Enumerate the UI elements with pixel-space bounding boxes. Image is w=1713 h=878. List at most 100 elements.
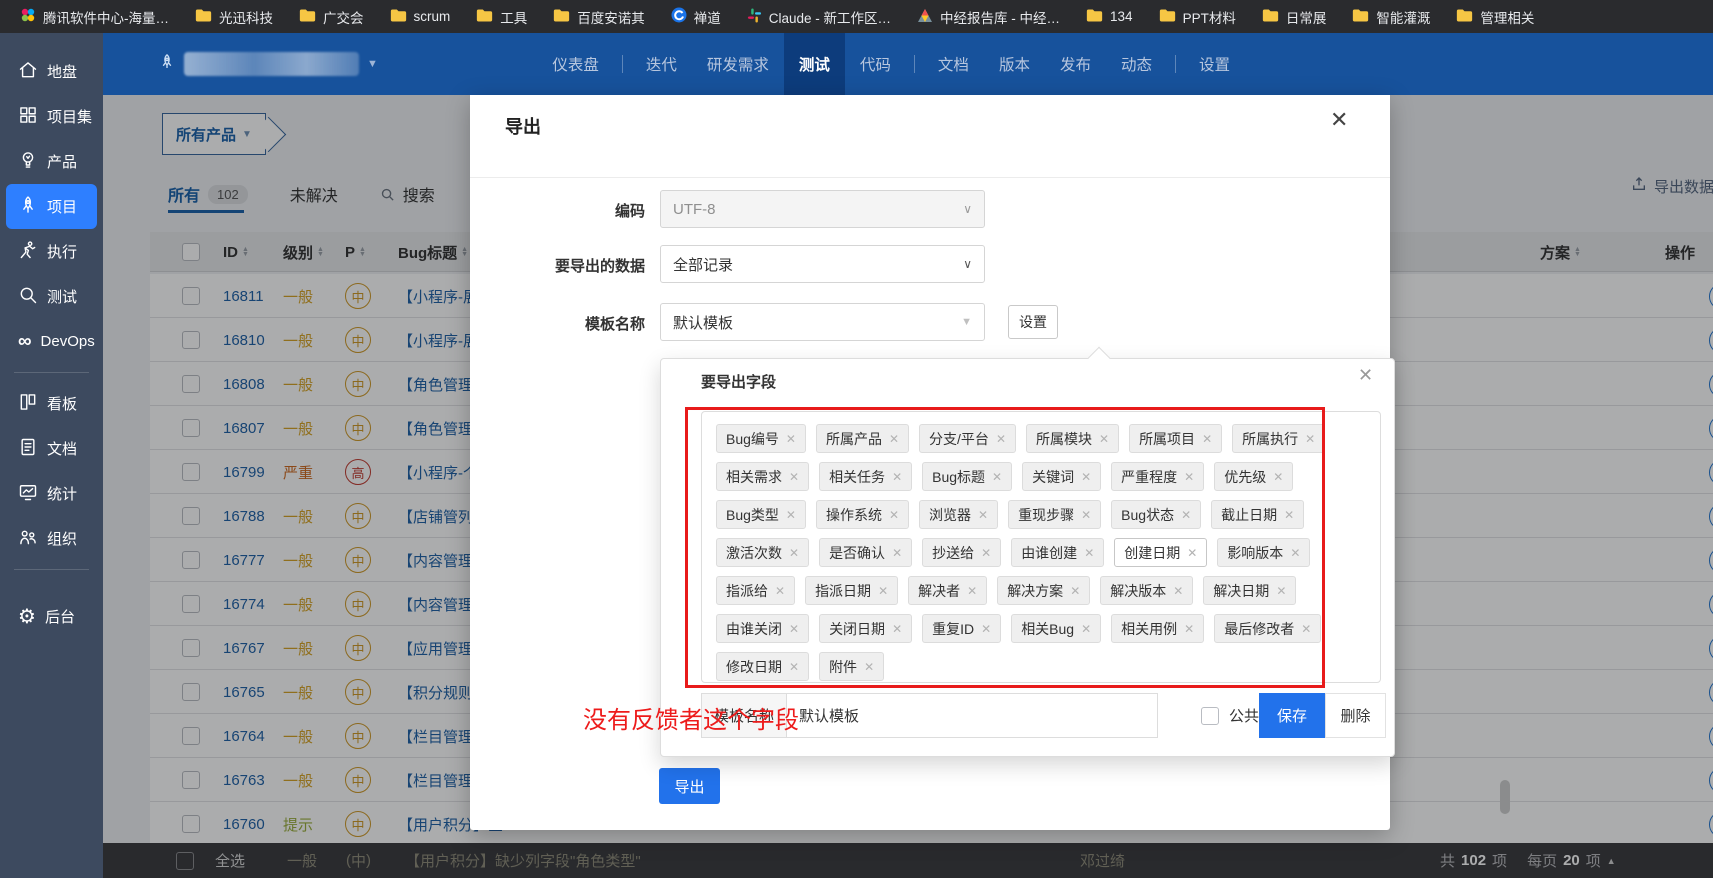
remove-tag-icon[interactable]: ✕ xyxy=(1305,432,1315,446)
export-field-tag[interactable]: 重现步骤✕ xyxy=(1008,500,1101,529)
nav-item[interactable]: 测试 xyxy=(784,33,845,95)
remove-tag-icon[interactable]: ✕ xyxy=(1099,432,1109,446)
export-field-tag[interactable]: Bug编号✕ xyxy=(716,424,806,453)
remove-tag-icon[interactable]: ✕ xyxy=(978,508,988,522)
close-icon[interactable]: ✕ xyxy=(1358,365,1373,386)
project-switcher[interactable]: ▼ xyxy=(158,52,378,76)
export-field-tag[interactable]: 相关Bug✕ xyxy=(1011,614,1101,643)
export-field-tag[interactable]: 操作系统✕ xyxy=(816,500,909,529)
remove-tag-icon[interactable]: ✕ xyxy=(981,546,991,560)
remove-tag-icon[interactable]: ✕ xyxy=(1081,508,1091,522)
bookmark-item[interactable]: 禅道 xyxy=(661,4,731,30)
export-field-tag[interactable]: 由谁关闭✕ xyxy=(716,614,809,643)
nav-item[interactable]: 迭代 xyxy=(631,33,692,95)
export-field-tag[interactable]: Bug状态✕ xyxy=(1111,500,1201,529)
nav-item[interactable]: 仪表盘 xyxy=(537,33,614,95)
bookmark-item[interactable]: 工具 xyxy=(466,4,537,30)
remove-tag-icon[interactable]: ✕ xyxy=(1173,584,1183,598)
bookmark-item[interactable]: 中经报告库 - 中经… xyxy=(907,4,1070,30)
bookmark-item[interactable]: 腾讯软件中心-海量… xyxy=(10,4,179,30)
export-field-tag[interactable]: 浏览器✕ xyxy=(919,500,998,529)
sidebar-item-doc[interactable]: 文档 xyxy=(6,426,97,471)
export-field-tag[interactable]: 相关用例✕ xyxy=(1111,614,1204,643)
template-name-input[interactable]: 默认模板 xyxy=(786,693,1158,738)
encoding-select[interactable]: UTF-8∨ xyxy=(660,190,985,228)
remove-tag-icon[interactable]: ✕ xyxy=(1284,508,1294,522)
export-field-tag[interactable]: 创建日期✕ xyxy=(1114,538,1207,567)
remove-tag-icon[interactable]: ✕ xyxy=(1081,622,1091,636)
export-field-tag[interactable]: 所属产品✕ xyxy=(816,424,909,453)
delete-button[interactable]: 删除 xyxy=(1325,693,1386,738)
remove-tag-icon[interactable]: ✕ xyxy=(1070,584,1080,598)
remove-tag-icon[interactable]: ✕ xyxy=(1301,622,1311,636)
remove-tag-icon[interactable]: ✕ xyxy=(892,470,902,484)
remove-tag-icon[interactable]: ✕ xyxy=(786,432,796,446)
save-button[interactable]: 保存 xyxy=(1259,693,1325,738)
sidebar-item-stats[interactable]: 统计 xyxy=(6,471,97,516)
nav-item[interactable]: 发布 xyxy=(1045,33,1106,95)
bookmark-item[interactable]: PPT材料 xyxy=(1149,4,1246,30)
export-field-tag[interactable]: 关闭日期✕ xyxy=(819,614,912,643)
sidebar-item-home[interactable]: 地盘 xyxy=(6,49,97,94)
export-field-tag[interactable]: 解决者✕ xyxy=(908,576,987,605)
export-field-tag[interactable]: 所属模块✕ xyxy=(1026,424,1119,453)
remove-tag-icon[interactable]: ✕ xyxy=(1184,622,1194,636)
remove-tag-icon[interactable]: ✕ xyxy=(786,508,796,522)
nav-item[interactable]: 版本 xyxy=(984,33,1045,95)
export-field-tag[interactable]: 相关需求✕ xyxy=(716,462,809,491)
remove-tag-icon[interactable]: ✕ xyxy=(1081,470,1091,484)
sidebar-item-infinity[interactable]: ∞DevOps xyxy=(6,319,97,364)
export-field-tag[interactable]: 相关任务✕ xyxy=(819,462,912,491)
export-field-tag[interactable]: 所属执行✕ xyxy=(1232,424,1325,453)
export-field-tag[interactable]: 所属项目✕ xyxy=(1129,424,1222,453)
export-field-tag[interactable]: 截止日期✕ xyxy=(1211,500,1304,529)
export-field-tag[interactable]: 指派给✕ xyxy=(716,576,795,605)
export-field-tag[interactable]: 优先级✕ xyxy=(1214,462,1293,491)
public-checkbox[interactable] xyxy=(1201,707,1219,725)
export-field-tag[interactable]: 严重程度✕ xyxy=(1111,462,1204,491)
sidebar-item-rocket[interactable]: 项目 xyxy=(6,184,97,229)
template-name-combobox[interactable]: 默认模板▼ xyxy=(660,303,985,341)
export-field-tag[interactable]: 解决版本✕ xyxy=(1100,576,1193,605)
remove-tag-icon[interactable]: ✕ xyxy=(892,546,902,560)
export-field-tag[interactable]: 抄送给✕ xyxy=(922,538,1001,567)
bookmark-item[interactable]: 日常展 xyxy=(1252,4,1337,30)
remove-tag-icon[interactable]: ✕ xyxy=(892,622,902,636)
nav-item[interactable]: 代码 xyxy=(845,33,906,95)
export-field-tag[interactable]: 指派日期✕ xyxy=(805,576,898,605)
remove-tag-icon[interactable]: ✕ xyxy=(789,546,799,560)
remove-tag-icon[interactable]: ✕ xyxy=(996,432,1006,446)
remove-tag-icon[interactable]: ✕ xyxy=(981,622,991,636)
bookmark-item[interactable]: 134 xyxy=(1076,5,1143,29)
sidebar-item-org[interactable]: 组织 xyxy=(6,516,97,561)
remove-tag-icon[interactable]: ✕ xyxy=(789,622,799,636)
nav-item[interactable]: 动态 xyxy=(1106,33,1167,95)
close-icon[interactable]: ✕ xyxy=(1330,107,1348,133)
remove-tag-icon[interactable]: ✕ xyxy=(789,660,799,674)
export-field-tag[interactable]: 解决日期✕ xyxy=(1203,576,1296,605)
remove-tag-icon[interactable]: ✕ xyxy=(889,508,899,522)
bookmark-item[interactable]: scrum xyxy=(380,5,461,29)
remove-tag-icon[interactable]: ✕ xyxy=(1290,546,1300,560)
remove-tag-icon[interactable]: ✕ xyxy=(1273,470,1283,484)
export-field-tag[interactable]: 分支/平台✕ xyxy=(919,424,1016,453)
bookmark-item[interactable]: 光迅科技 xyxy=(185,4,283,30)
nav-item[interactable]: 文档 xyxy=(923,33,984,95)
export-field-tag[interactable]: 重复ID✕ xyxy=(922,614,1001,643)
template-settings-button[interactable]: 设置 xyxy=(1008,305,1058,339)
sidebar-item-run[interactable]: 执行 xyxy=(6,229,97,274)
remove-tag-icon[interactable]: ✕ xyxy=(1084,546,1094,560)
remove-tag-icon[interactable]: ✕ xyxy=(1276,584,1286,598)
export-field-tag[interactable]: 附件✕ xyxy=(819,652,884,681)
sidebar-item-grid[interactable]: 项目集 xyxy=(6,94,97,139)
remove-tag-icon[interactable]: ✕ xyxy=(775,584,785,598)
remove-tag-icon[interactable]: ✕ xyxy=(789,470,799,484)
sidebar-item-gear[interactable]: ⚙后台 xyxy=(6,594,97,639)
remove-tag-icon[interactable]: ✕ xyxy=(889,432,899,446)
export-field-tag[interactable]: 最后修改者✕ xyxy=(1214,614,1321,643)
remove-tag-icon[interactable]: ✕ xyxy=(1181,508,1191,522)
export-field-tag[interactable]: 是否确认✕ xyxy=(819,538,912,567)
bookmark-item[interactable]: Claude - 新工作区… xyxy=(737,4,901,30)
remove-tag-icon[interactable]: ✕ xyxy=(1187,546,1197,560)
export-field-tag[interactable]: 修改日期✕ xyxy=(716,652,809,681)
